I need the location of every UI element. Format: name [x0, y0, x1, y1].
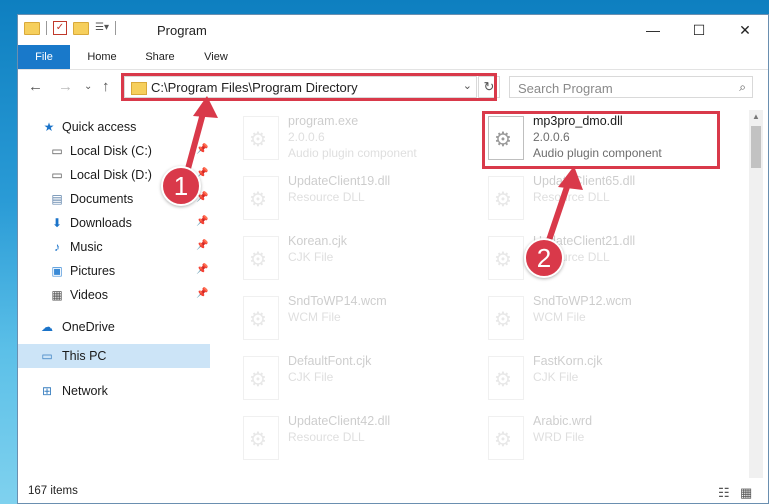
- step-badge-2: 2: [524, 238, 564, 278]
- arrow-head-2: [558, 166, 583, 190]
- arrow-head-1: [193, 96, 218, 118]
- step-badge-1: 1: [161, 166, 201, 206]
- annotation-arrows: [183, 96, 583, 255]
